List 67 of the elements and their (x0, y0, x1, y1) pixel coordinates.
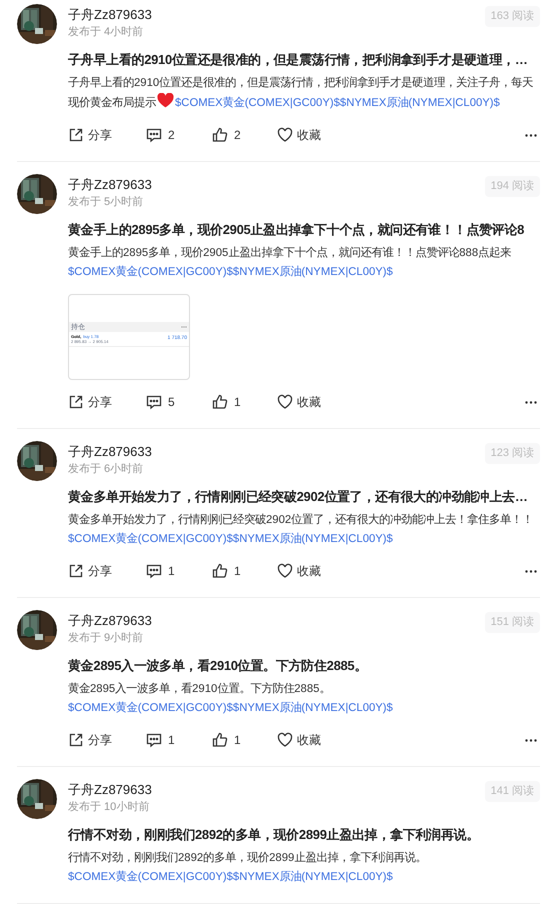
favorite-button[interactable]: 收藏 (277, 126, 321, 144)
more-icon (525, 738, 537, 742)
comment-icon (146, 394, 162, 410)
post-body: 黄金手上的2895多单，现价2905止盈出掉拿下十个点，就问还有谁！！点赞评论888点起来 $COMEX黄金(COMEX|GC00Y)$$NYMEX原油(NYMEX|CL00Y)$ (68, 244, 540, 282)
post-title[interactable]: 黄金手上的2895多单，现价2905止盈出掉拿下十个点，就问还有谁！！点赞评论8 (68, 219, 540, 241)
share-button[interactable]: 分享 (68, 393, 146, 411)
post-body: 行情不对劲，刚刚我们2892的多单，现价2899止盈出掉，拿下利润再说。 $COMEX黄金(COMEX|GC00Y)$$NYMEX原油(NYMEX|CL00Y)$ (68, 849, 540, 887)
like-button[interactable]: 1 (212, 393, 277, 411)
like-button[interactable]: 2 (212, 126, 277, 144)
heart-outline-icon (277, 563, 293, 579)
stock-tag-link[interactable]: $COMEX黄金(COMEX|GC00Y)$$NYMEX原油(NYMEX|CL00Y)$ (68, 263, 393, 282)
more-icon (525, 400, 537, 404)
post-time: 发布于 5小时前 (68, 195, 144, 210)
comment-icon (146, 127, 162, 143)
heart-icon (157, 93, 174, 108)
favorite-button[interactable]: 收藏 (277, 562, 321, 580)
post-time: 发布于 4小时前 (68, 25, 144, 40)
thumbs-up-icon (212, 394, 228, 410)
username[interactable]: 子舟Zz879633 (68, 176, 152, 194)
username[interactable]: 子舟Zz879633 (68, 6, 152, 24)
view-count: 151 阅读 (484, 612, 540, 632)
stock-tag-link[interactable]: $COMEX黄金(COMEX|GC00Y)$$NYMEX原油(NYMEX|CL00Y)$ (175, 94, 500, 113)
heart-outline-icon (277, 127, 293, 143)
heart-outline-icon (277, 394, 293, 410)
comment-icon (146, 563, 162, 579)
username[interactable]: 子舟Zz879633 (68, 781, 152, 799)
view-count: 194 阅读 (484, 176, 540, 196)
post-title[interactable]: 黄金多单开始发力了，行情刚刚已经突破2902位置了，还有很大的冲劲能冲上去… (68, 486, 540, 508)
comment-button[interactable]: 1 (146, 562, 212, 580)
username[interactable]: 子舟Zz879633 (68, 612, 152, 630)
post-time: 发布于 10小时前 (68, 800, 150, 815)
comment-button[interactable]: 1 (146, 731, 212, 749)
post-time: 发布于 6小时前 (68, 462, 144, 477)
stock-tag-link[interactable]: $COMEX黄金(COMEX|GC00Y)$$NYMEX原油(NYMEX|CL00Y)$ (68, 530, 393, 549)
stock-tag-link[interactable]: $COMEX黄金(COMEX|GC00Y)$$NYMEX原油(NYMEX|CL00Y)$ (68, 699, 393, 718)
post-time: 发布于 9小时前 (68, 631, 144, 646)
thumbs-up-icon (212, 563, 228, 579)
post-body: 子舟早上看的2910位置还是很准的，但是震荡行情，把利润拿到手才是硬道理，关注子舟，每天现价黄金布局提示 $COMEX黄金(COMEX|GC00Y)$$NYMEX原油(NYMEX|CL00Y)$ (68, 74, 540, 113)
thumbs-up-icon (212, 732, 228, 748)
username[interactable]: 子舟Zz879633 (68, 443, 152, 461)
comment-button[interactable]: 2 (146, 126, 212, 144)
share-icon (68, 394, 84, 410)
post-body: 黄金2895入一波多单，看2910位置。下方防住2885。 $COMEX黄金(COMEX|GC00Y)$$NYMEX原油(NYMEX|CL00Y)$ (68, 680, 540, 718)
more-icon (525, 134, 537, 136)
post-title[interactable]: 子舟早上看的2910位置还是很准的，但是震荡行情，把利润拿到手才是硬道理，… (68, 49, 540, 71)
comment-icon (146, 732, 162, 748)
like-button[interactable]: 1 (212, 731, 277, 749)
favorite-button[interactable]: 收藏 (277, 393, 321, 411)
share-button[interactable]: 分享 (68, 562, 146, 580)
more-icon (525, 570, 537, 572)
view-count: 123 阅读 (484, 443, 540, 464)
post-title[interactable]: 黄金2895入一波多单，看2910位置。下方防住2885。 (68, 655, 540, 677)
share-icon (68, 732, 84, 748)
share-icon (68, 563, 84, 579)
favorite-button[interactable]: 收藏 (277, 731, 321, 749)
comment-button[interactable]: 5 (146, 393, 212, 411)
stock-tag-link[interactable]: $COMEX黄金(COMEX|GC00Y)$$NYMEX原油(NYMEX|CL00Y)$ (68, 868, 393, 887)
post-title[interactable]: 行情不对劲，刚刚我们2892的多单，现价2899止盈出掉，拿下利润再说。 (68, 824, 540, 846)
thumbs-up-icon (212, 127, 228, 143)
view-count: 163 阅读 (484, 6, 540, 26)
share-icon (68, 127, 84, 143)
post-body: 黄金多单开始发力了，行情刚刚已经突破2902位置了，还有很大的冲劲能冲上去！拿住多单！！ $COMEX黄金(COMEX|GC00Y)$$NYMEX原油(NYMEX|CL00Y)$ (68, 511, 540, 549)
share-button[interactable]: 分享 (68, 126, 146, 144)
like-button[interactable]: 1 (212, 562, 277, 580)
heart-outline-icon (277, 732, 293, 748)
view-count: 141 阅读 (484, 781, 540, 802)
share-button[interactable]: 分享 (68, 731, 146, 749)
